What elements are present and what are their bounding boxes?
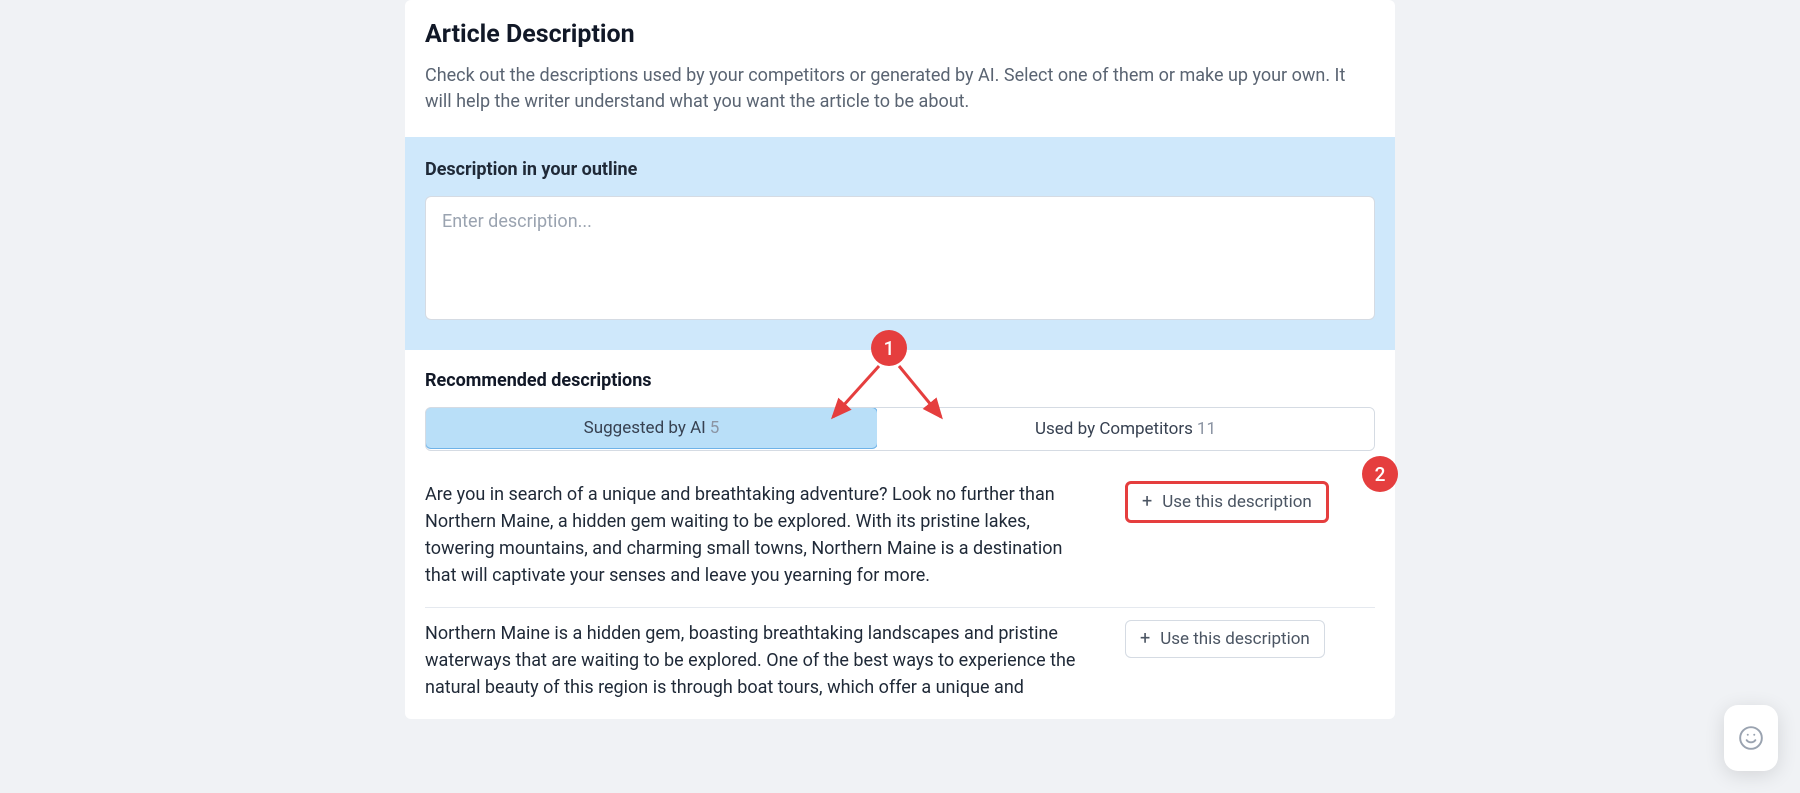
section-subtitle: Check out the descriptions used by your … (425, 63, 1375, 115)
tab-label: Used by Competitors (1035, 419, 1193, 439)
article-description-card: 1 2 Article Description Check out the de… (405, 0, 1395, 719)
annotation-badge-2: 2 (1362, 456, 1398, 492)
use-button-label: Use this description (1162, 492, 1312, 512)
description-list: Are you in search of a unique and breath… (425, 469, 1375, 719)
tab-count: 5 (710, 418, 720, 438)
feedback-button[interactable] (1724, 705, 1778, 771)
plus-icon: + (1142, 493, 1152, 511)
description-input[interactable] (425, 196, 1375, 320)
recommendation-tabs: Suggested by AI 5 Used by Competitors 11 (425, 407, 1375, 451)
section-title: Article Description (425, 20, 1375, 49)
tab-suggested-by-ai[interactable]: Suggested by AI 5 (425, 407, 878, 449)
description-text: Are you in search of a unique and breath… (425, 481, 1085, 589)
outline-label: Description in your outline (425, 159, 1375, 180)
outline-description-band: Description in your outline (405, 137, 1395, 350)
tab-label: Suggested by AI (584, 418, 706, 438)
annotation-badge-1: 1 (871, 330, 907, 366)
description-item: Are you in search of a unique and breath… (425, 469, 1375, 608)
tab-count: 11 (1197, 419, 1216, 439)
smile-icon (1738, 725, 1764, 751)
description-text: Northern Maine is a hidden gem, boasting… (425, 620, 1085, 701)
use-button-label: Use this description (1160, 629, 1310, 649)
recommended-title: Recommended descriptions (425, 370, 1375, 391)
plus-icon: + (1140, 630, 1150, 648)
description-item: Northern Maine is a hidden gem, boasting… (425, 608, 1375, 719)
use-this-description-button[interactable]: + Use this description (1125, 481, 1329, 523)
tab-used-by-competitors[interactable]: Used by Competitors 11 (877, 408, 1374, 450)
use-this-description-button[interactable]: + Use this description (1125, 620, 1325, 658)
